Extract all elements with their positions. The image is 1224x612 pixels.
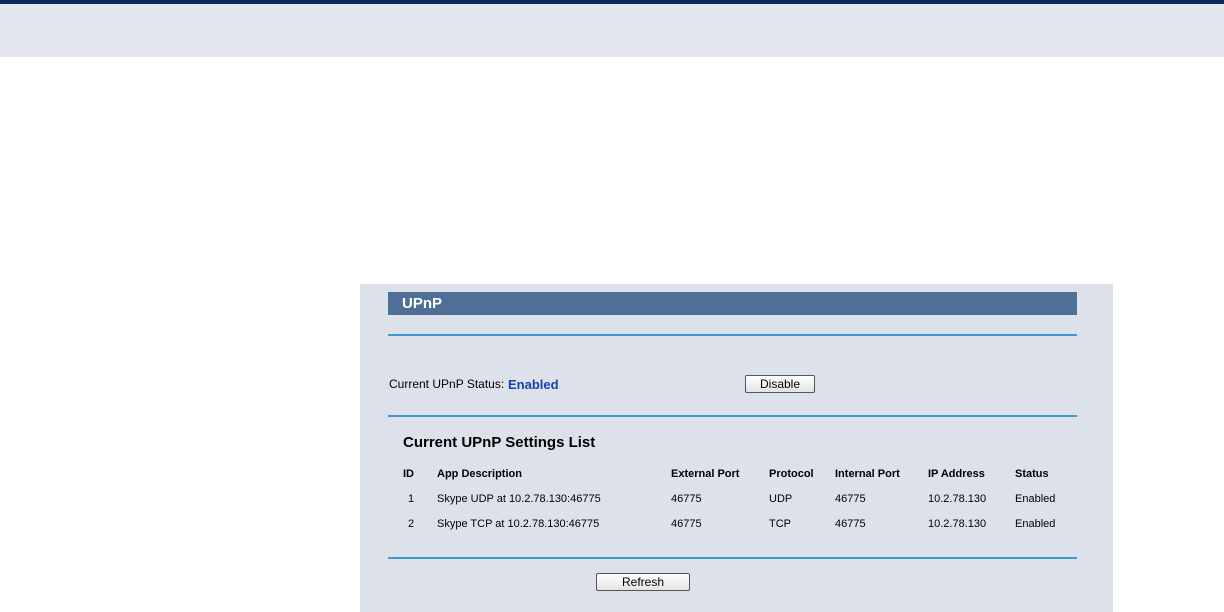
divider <box>388 415 1077 417</box>
refresh-button[interactable]: Refresh <box>596 573 690 591</box>
upnp-panel: UPnP Current UPnP Status: Enabled Disabl… <box>360 284 1113 612</box>
header-band <box>0 4 1224 57</box>
divider <box>388 334 1077 336</box>
disable-button[interactable]: Disable <box>745 375 815 393</box>
cell-status: Enabled <box>1015 493 1056 505</box>
cell-external-port: 46775 <box>671 493 702 505</box>
cell-protocol: TCP <box>769 518 791 530</box>
cell-internal-port: 46775 <box>835 518 866 530</box>
cell-id: 1 <box>408 493 415 505</box>
column-header-status: Status <box>1015 468 1049 480</box>
status-label: Current UPnP Status: <box>389 377 505 391</box>
cell-protocol: UDP <box>769 493 793 505</box>
cell-app-description: Skype UDP at 10.2.78.130:46775 <box>437 493 601 505</box>
cell-ip-address: 10.2.78.130 <box>928 518 987 530</box>
cell-ip-address: 10.2.78.130 <box>928 493 987 505</box>
status-value: Enabled <box>508 377 559 392</box>
column-header-ip-address: IP Address <box>928 468 985 480</box>
column-header-internal-port: Internal Port <box>835 468 900 480</box>
cell-status: Enabled <box>1015 518 1056 530</box>
cell-app-description: Skype TCP at 10.2.78.130:46775 <box>437 518 600 530</box>
column-header-protocol: Protocol <box>769 468 814 480</box>
column-header-app-description: App Description <box>437 468 522 480</box>
cell-id: 2 <box>408 518 415 530</box>
cell-internal-port: 46775 <box>835 493 866 505</box>
cell-external-port: 46775 <box>671 518 702 530</box>
column-header-external-port: External Port <box>671 468 740 480</box>
panel-title: UPnP <box>388 292 1077 315</box>
divider <box>388 557 1077 559</box>
column-header-id: ID <box>403 468 414 480</box>
settings-list-title: Current UPnP Settings List <box>403 434 596 451</box>
